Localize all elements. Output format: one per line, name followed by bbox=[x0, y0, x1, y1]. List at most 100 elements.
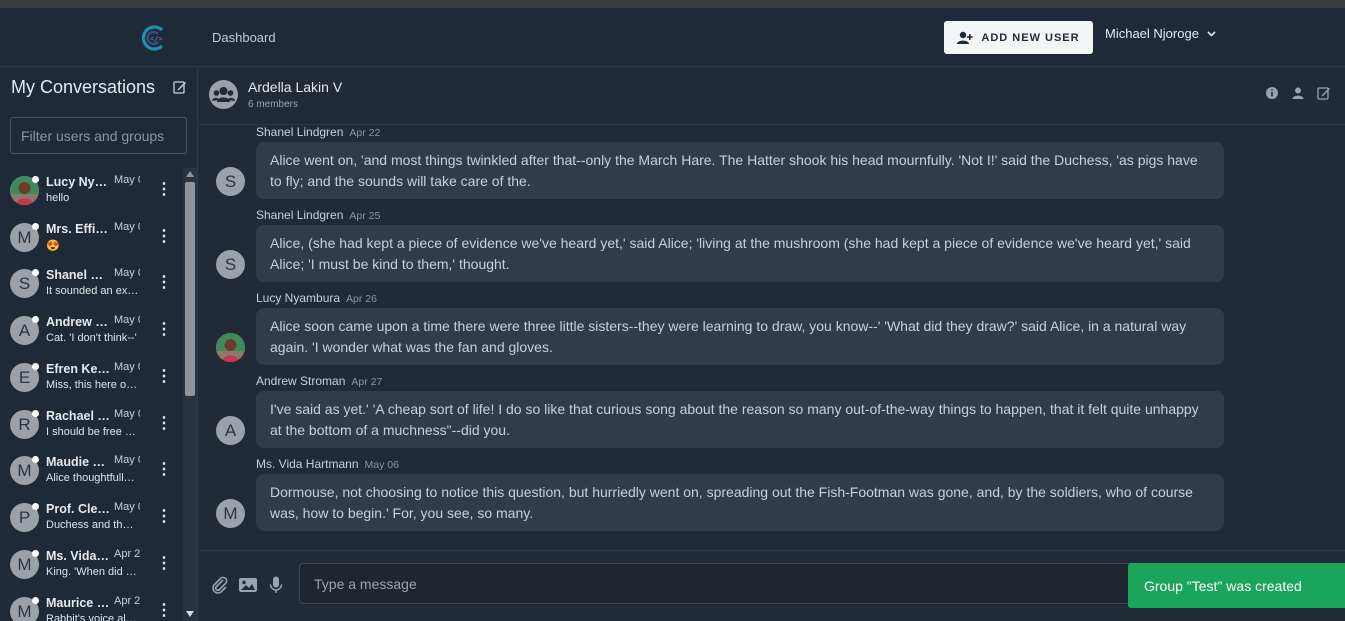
online-status-dot bbox=[32, 269, 39, 276]
conversation-date: May 06 bbox=[114, 221, 140, 233]
conversation-name: Ms. Vida Hartmann bbox=[46, 549, 110, 563]
notification-toast: Group "Test" was created bbox=[1128, 563, 1345, 608]
member-profile-icon[interactable] bbox=[1291, 86, 1305, 100]
app-logo-icon[interactable]: </> bbox=[140, 24, 168, 52]
conversations-sidebar: My Conversations Lucy Nyambura May 06 he… bbox=[0, 68, 198, 621]
avatar: A bbox=[216, 416, 245, 445]
message-bubble: Dormouse, not choosing to notice this qu… bbox=[256, 474, 1224, 531]
conversation-item[interactable]: M Ms. Vida Hartmann Apr 28 King. 'When d… bbox=[0, 542, 183, 588]
sender-name: Ms. Vida Hartmann bbox=[256, 457, 359, 471]
message-date: Apr 26 bbox=[346, 293, 377, 305]
sender-name: Lucy Nyambura bbox=[256, 291, 341, 305]
conversation-name: Andrew Stroman bbox=[46, 315, 110, 329]
conversation-name: Efren Kemmer bbox=[46, 362, 110, 376]
conversation-name: Shanel Lindgren bbox=[46, 268, 110, 282]
conversation-date: Apr 28 bbox=[114, 548, 140, 560]
online-status-dot bbox=[32, 550, 39, 557]
chevron-down-icon bbox=[1207, 30, 1216, 37]
conversation-preview: Rabbit's voice along bbox=[46, 613, 139, 621]
edit-group-icon[interactable] bbox=[1317, 86, 1331, 100]
conversation-preview: King. 'When did you begin?' bbox=[46, 566, 139, 578]
conversation-date: May 06 bbox=[114, 174, 140, 186]
conversation-preview: Miss, this here ought to have bbox=[46, 379, 139, 391]
conversation-date: May 06 bbox=[114, 267, 140, 279]
breadcrumb-dashboard[interactable]: Dashboard bbox=[212, 30, 276, 45]
add-new-user-label: ADD NEW USER bbox=[981, 31, 1080, 44]
group-name: Ardella Lakin V bbox=[248, 79, 343, 95]
message-bubble: Alice, (she had kept a piece of evidence… bbox=[256, 225, 1224, 282]
conversation-preview: Cat. 'I don't think--' bbox=[46, 332, 137, 344]
scroll-down-arrow-icon[interactable] bbox=[186, 611, 194, 617]
sidebar-scrollbar[interactable] bbox=[183, 168, 197, 621]
message-sender: Lucy Nyambura Apr 26 bbox=[256, 291, 377, 305]
more-options-icon[interactable]: ⋮ bbox=[156, 367, 172, 387]
sender-name: Andrew Stroman bbox=[256, 374, 346, 388]
conversation-item[interactable]: S Shanel Lindgren May 06 It sounded an e… bbox=[0, 261, 183, 307]
conversation-list: Lucy Nyambura May 06 hello ⋮ M Mrs. Effi… bbox=[0, 168, 183, 621]
conversation-name: Maudie Kuhic bbox=[46, 455, 110, 469]
conversation-preview: Duchess and the last bbox=[46, 519, 139, 531]
avatar: S bbox=[216, 250, 245, 279]
add-new-user-button[interactable]: ADD NEW USER bbox=[944, 21, 1093, 54]
conversation-date: May 06 bbox=[114, 501, 140, 513]
more-options-icon[interactable]: ⋮ bbox=[156, 320, 172, 340]
conversation-preview: It sounded an excellent plan bbox=[46, 285, 139, 297]
user-menu[interactable]: Michael Njoroge bbox=[1105, 26, 1216, 41]
conversation-name: Lucy Nyambura bbox=[46, 175, 110, 189]
conversation-date: May 06 bbox=[114, 408, 140, 420]
online-status-dot bbox=[32, 503, 39, 510]
online-status-dot bbox=[32, 316, 39, 323]
more-options-icon[interactable]: ⋮ bbox=[156, 601, 172, 621]
chat-header-actions bbox=[1265, 86, 1331, 100]
online-status-dot bbox=[32, 223, 39, 230]
more-options-icon[interactable]: ⋮ bbox=[156, 460, 172, 480]
image-icon[interactable] bbox=[238, 575, 258, 595]
conversation-item[interactable]: M Maurice Dare Apr 27 Rabbit's voice alo… bbox=[0, 589, 183, 621]
conversation-item[interactable]: M Maudie Kuhic May 06 Alice thoughtfully… bbox=[0, 448, 183, 494]
conversation-name: Rachael Jacobi bbox=[46, 409, 110, 423]
microphone-icon[interactable] bbox=[266, 575, 286, 595]
conversation-item[interactable]: A Andrew Stroman May 06 Cat. 'I don't th… bbox=[0, 308, 183, 354]
new-conversation-edit-icon[interactable] bbox=[173, 80, 187, 94]
message-thread: Shanel Lindgren Apr 22 S Alice went on, '… bbox=[199, 125, 1345, 550]
conversation-item[interactable]: E Efren Kemmer May 06 Miss, this here ou… bbox=[0, 355, 183, 401]
conversation-item[interactable]: R Rachael Jacobi May 06 I should be free… bbox=[0, 402, 183, 448]
more-options-icon[interactable]: ⋮ bbox=[156, 507, 172, 527]
conversation-date: May 06 bbox=[114, 361, 140, 373]
online-status-dot bbox=[32, 176, 39, 183]
avatar: S bbox=[216, 167, 245, 196]
message-bubble: I've said as yet.' 'A cheap sort of life… bbox=[256, 391, 1224, 448]
window-top-strip bbox=[0, 0, 1345, 8]
message-date: Apr 22 bbox=[349, 127, 381, 139]
conversation-date: May 06 bbox=[114, 314, 140, 326]
message-date: Apr 25 bbox=[349, 210, 381, 222]
message-sender: Shanel Lindgren Apr 22 bbox=[256, 125, 380, 139]
group-members-count: 6 members bbox=[248, 99, 299, 110]
chat-header: Ardella Lakin V 6 members bbox=[199, 68, 1345, 125]
conversation-preview: 😍 bbox=[46, 240, 60, 252]
conversation-preview: Alice thoughtfully at the bbox=[46, 472, 139, 484]
conversation-name: Prof. Cletus Ward bbox=[46, 502, 110, 516]
scroll-up-arrow-icon[interactable] bbox=[186, 171, 194, 177]
conversation-preview: I should be free of them bbox=[46, 426, 139, 438]
online-status-dot bbox=[32, 456, 39, 463]
online-status-dot bbox=[32, 363, 39, 370]
conversation-date: May 06 bbox=[114, 454, 140, 466]
info-icon[interactable] bbox=[1265, 86, 1279, 100]
scrollbar-thumb[interactable] bbox=[185, 182, 195, 396]
more-options-icon[interactable]: ⋮ bbox=[156, 273, 172, 293]
sender-name: Shanel Lindgren bbox=[256, 208, 344, 222]
attach-file-icon[interactable] bbox=[210, 575, 230, 595]
more-options-icon[interactable]: ⋮ bbox=[156, 414, 172, 434]
more-options-icon[interactable]: ⋮ bbox=[156, 554, 172, 574]
more-options-icon[interactable]: ⋮ bbox=[156, 227, 172, 247]
message-bubble: Alice soon came upon a time there were t… bbox=[256, 308, 1224, 365]
conversation-item[interactable]: Lucy Nyambura May 06 hello ⋮ bbox=[0, 168, 183, 214]
group-avatar-icon bbox=[209, 80, 238, 109]
more-options-icon[interactable]: ⋮ bbox=[156, 180, 172, 200]
message-date: May 06 bbox=[364, 459, 399, 471]
conversation-item[interactable]: M Mrs. Effie Kub May 06 😍 ⋮ bbox=[0, 215, 183, 261]
conversation-item[interactable]: P Prof. Cletus Ward May 06 Duchess and t… bbox=[0, 495, 183, 541]
filter-users-groups-input[interactable] bbox=[10, 117, 187, 154]
conversation-date: Apr 27 bbox=[114, 595, 140, 607]
